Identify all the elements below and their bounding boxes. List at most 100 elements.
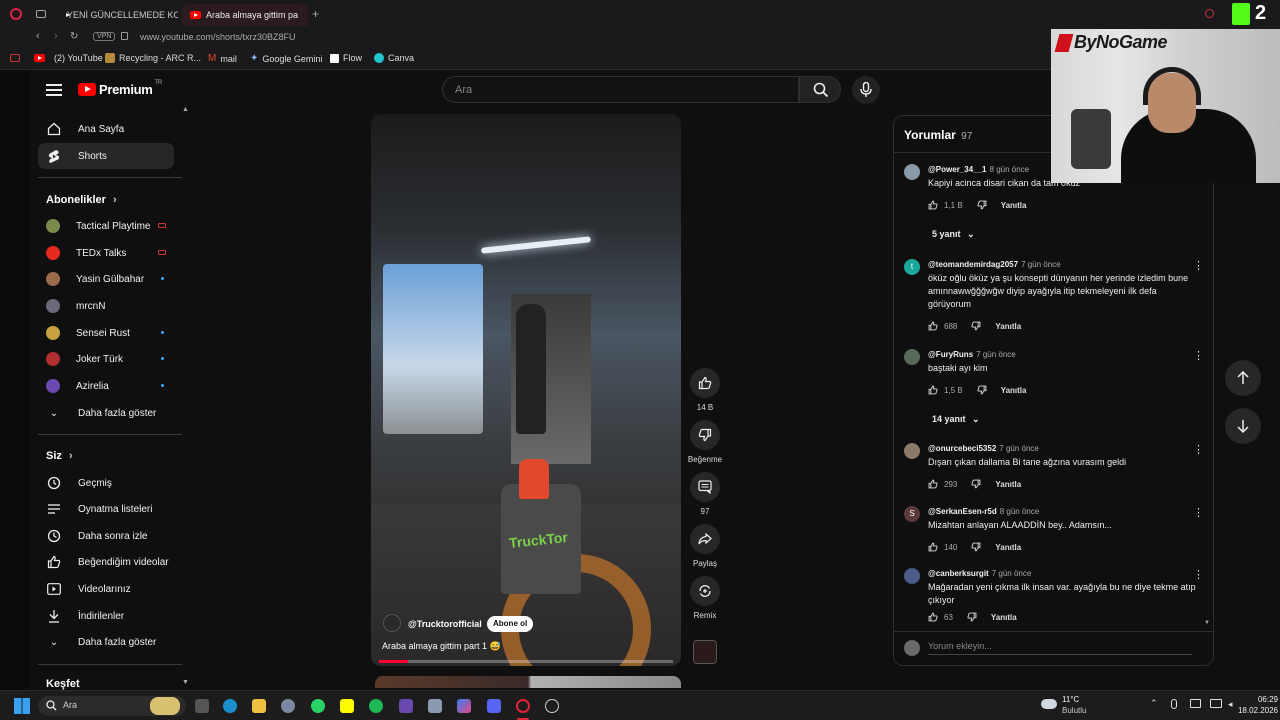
sidebar-item-shorts[interactable]: Shorts	[38, 143, 174, 169]
more-options-icon[interactable]: ⋮	[1193, 349, 1204, 362]
comment-avatar[interactable]	[904, 568, 920, 584]
next-video-preview[interactable]	[375, 676, 681, 688]
reply-button[interactable]: Yanıtla	[1001, 386, 1027, 395]
thumbs-up-icon[interactable]	[928, 200, 938, 210]
sidebar-subscription-item[interactable]: Sensei Rust	[38, 320, 174, 346]
comment-time[interactable]: 8 gün önce	[990, 165, 1030, 174]
comment-time[interactable]: 8 gün önce	[1000, 507, 1040, 516]
discord-icon[interactable]	[487, 699, 501, 713]
bookmark-youtube[interactable]: (2) YouTube	[34, 53, 103, 63]
weather-icon[interactable]	[1041, 699, 1057, 709]
sidebar-subscription-item[interactable]: Azirelia	[38, 373, 174, 399]
you-heading[interactable]: Siz ›	[46, 450, 73, 462]
thumbs-up-icon[interactable]	[928, 612, 938, 622]
url-field[interactable]: www.youtube.com/shorts/txrz30BZ8FU	[140, 32, 296, 42]
comment-author[interactable]: @SerkanEsen-r5d 8 gün önce	[928, 507, 1039, 516]
tab-1[interactable]: YENİ GÜNCELLEMEDE KO	[54, 4, 178, 26]
like-button[interactable]	[690, 368, 720, 398]
channel-name[interactable]: @Trucktorofficial	[408, 619, 482, 629]
clock-date[interactable]: 18.02.2026	[1226, 706, 1278, 715]
edge-icon[interactable]	[223, 699, 237, 713]
comment-avatar[interactable]: S	[904, 506, 920, 522]
short-video-player[interactable]: TruckTor @Trucktorofficial Abone ol Arab…	[371, 114, 681, 666]
thumbs-up-icon[interactable]	[928, 542, 938, 552]
search-input[interactable]: Ara	[442, 76, 799, 103]
comment-avatar[interactable]	[904, 164, 920, 180]
search-button[interactable]	[799, 76, 841, 103]
comment-author[interactable]: @FuryRuns 7 gün önce	[928, 350, 1016, 359]
comment-author[interactable]: @canberksurgit 7 gün önce	[928, 569, 1031, 578]
store-icon[interactable]	[252, 699, 266, 713]
sidebar-item-liked[interactable]: Beğendiğim videolar	[38, 549, 174, 575]
comment-time[interactable]: 7 gün önce	[1021, 260, 1061, 269]
subscriptions-heading[interactable]: Abonelikler ›	[46, 194, 117, 206]
comment-time[interactable]: 7 gün önce	[999, 444, 1039, 453]
bookmark-recycling[interactable]: Recycling - ARC R...	[105, 53, 201, 63]
view-replies-button[interactable]: 14 yanıt ⌄	[932, 414, 980, 425]
sidebar-subscription-item[interactable]: Tactical Playtime	[38, 213, 174, 239]
spotify-icon[interactable]	[369, 699, 383, 713]
more-options-icon[interactable]: ⋮	[1193, 506, 1204, 519]
sidebar-scroll-down-icon[interactable]: ▼	[182, 679, 189, 686]
comment-author[interactable]: @Power_34__1 8 gün önce	[928, 165, 1029, 174]
chatgpt-icon[interactable]	[545, 699, 559, 713]
task-view-icon[interactable]	[195, 699, 209, 713]
more-options-icon[interactable]: ⋮	[1193, 443, 1204, 456]
tray-network-icon[interactable]	[1210, 699, 1222, 708]
comment-author-name[interactable]: @canberksurgit	[928, 569, 989, 578]
back-icon[interactable]: ‹	[36, 30, 40, 42]
next-short-button[interactable]	[1225, 408, 1261, 444]
vpn-badge[interactable]: VPN	[93, 32, 116, 41]
comment-author[interactable]: @teomandemirdag2057 7 gün önce	[928, 260, 1061, 269]
comment-avatar[interactable]	[904, 349, 920, 365]
tab-2[interactable]: Araba almaya gittim pa	[182, 4, 308, 26]
workspace-icon[interactable]	[36, 10, 46, 18]
dislike-button[interactable]	[690, 420, 720, 450]
comment-time[interactable]: 7 gün önce	[976, 350, 1016, 359]
sidebar-item-watch-later[interactable]: Daha sonra izle	[38, 523, 174, 549]
thumbs-down-icon[interactable]	[971, 542, 981, 552]
comment-avatar[interactable]	[904, 443, 920, 459]
bookmark-flow[interactable]: Flow	[330, 53, 362, 63]
comment-author-name[interactable]: @FuryRuns	[928, 350, 973, 359]
subscribe-button[interactable]: Abone ol	[487, 616, 534, 632]
opera-logo-icon[interactable]	[10, 8, 22, 20]
snapchat-icon[interactable]	[340, 699, 354, 713]
comment-author-name[interactable]: @onurcebeci5352	[928, 444, 996, 453]
comment-author-name[interactable]: @Power_34__1	[928, 165, 987, 174]
tray-mic-icon[interactable]	[1171, 699, 1177, 709]
ps-icon[interactable]	[399, 699, 413, 713]
sidebar-scroll-up-icon[interactable]: ▲	[182, 106, 189, 113]
share-button[interactable]	[690, 524, 720, 554]
sidebar-item-history[interactable]: Geçmiş	[38, 470, 174, 496]
bookmark-canva[interactable]: Canva	[374, 53, 414, 63]
sound-thumbnail[interactable]	[693, 640, 717, 664]
reply-button[interactable]: Yanıtla	[995, 543, 1021, 552]
reply-button[interactable]: Yanıtla	[991, 613, 1017, 622]
thumbs-up-icon[interactable]	[928, 479, 938, 489]
more-options-icon[interactable]: ⋮	[1193, 259, 1204, 272]
reply-button[interactable]: Yanıtla	[995, 322, 1021, 331]
opera-icon[interactable]	[516, 699, 530, 713]
sidebar-subscription-item[interactable]: Joker Türk	[38, 346, 174, 372]
windows-start-icon[interactable]	[14, 698, 30, 714]
comment-author[interactable]: @onurcebeci5352 7 gün önce	[928, 444, 1039, 453]
tray-chevron-icon[interactable]: ⌃	[1150, 698, 1158, 709]
new-tab-button[interactable]: +	[312, 7, 319, 21]
copilot-icon[interactable]	[457, 699, 471, 713]
channel-avatar[interactable]	[383, 614, 401, 632]
thumbs-down-icon[interactable]	[977, 200, 987, 210]
sidebar-item-downloads[interactable]: İndirilenler	[38, 603, 174, 629]
reply-button[interactable]: Yanıtla	[1001, 201, 1027, 210]
whatsapp-icon[interactable]	[311, 699, 325, 713]
video-progress-track[interactable]	[379, 660, 673, 663]
thumbs-down-icon[interactable]	[971, 479, 981, 489]
thumbs-down-icon[interactable]	[971, 321, 981, 331]
sidebar-subscription-item[interactable]: TEDx Talks	[38, 240, 174, 266]
previous-short-button[interactable]	[1225, 360, 1261, 396]
weather-desc[interactable]: Bulutlu	[1062, 706, 1086, 715]
sidebar-item-your-videos[interactable]: Videolarınız	[38, 576, 174, 602]
sidebar-subscription-item[interactable]: mrcnN	[38, 293, 174, 319]
sidebar-subscription-item[interactable]: Yasin Gülbahar	[38, 266, 174, 292]
menu-icon[interactable]	[46, 84, 62, 96]
